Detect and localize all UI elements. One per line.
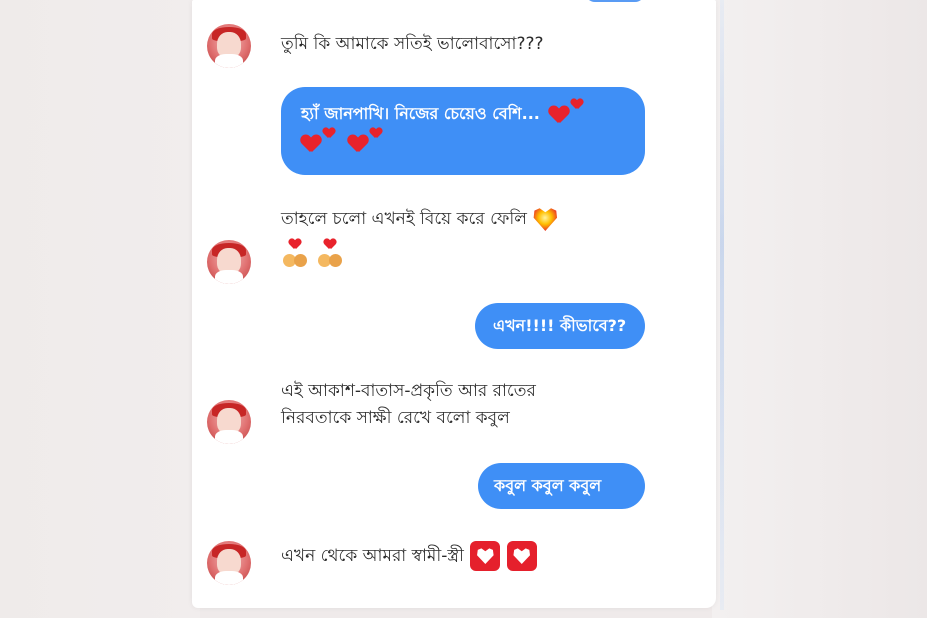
heart-with-ribbon-icon xyxy=(533,208,558,231)
sender-avatar[interactable] xyxy=(207,400,251,444)
red-heart-icon xyxy=(348,135,368,153)
incoming-message: এখন থেকে আমরা স্বামী-স্ত্রী xyxy=(281,541,537,571)
couple-face-right xyxy=(294,254,307,267)
message-text-line: এই আকাশ-বাতাস-প্রকৃতি আর রাতের xyxy=(281,381,536,401)
pink-heart-icon xyxy=(289,239,301,250)
sender-avatar[interactable] xyxy=(207,541,251,585)
message-text: তুমি কি আমাকে সতিই ভালোবাসো??? xyxy=(281,34,544,54)
avatar-body xyxy=(215,54,243,68)
incoming-message: তুমি কি আমাকে সতিই ভালোবাসো??? xyxy=(281,31,544,58)
incoming-message: তাহলে চলো এখনই বিয়ে করে ফেলি xyxy=(281,206,558,269)
message-text: কবুল কবুল কবুল xyxy=(494,476,602,495)
heart-shape xyxy=(513,548,531,564)
heart-shape xyxy=(477,548,494,564)
message-text: এখন থেকে আমরা স্বামী-স্ত্রী xyxy=(281,546,464,566)
outgoing-message[interactable]: হ্যাঁ জানপাখি। নিজের চেয়েও বেশি... xyxy=(281,87,645,175)
avatar-body xyxy=(215,430,243,444)
couple-face-right xyxy=(329,254,343,267)
outgoing-message[interactable]: কবুল কবুল কবুল xyxy=(478,463,645,509)
panel-edge xyxy=(720,0,724,610)
message-text: এখন!!!! কীভাবে?? xyxy=(493,316,627,335)
message-text: হ্যাঁ জানপাখি। নিজের চেয়েও বেশি... xyxy=(301,104,540,123)
pink-heart-icon xyxy=(324,239,336,250)
avatar-body xyxy=(215,571,243,585)
red-heart-icon xyxy=(370,128,382,139)
outgoing-message[interactable]: এখন!!!! কীভাবে?? xyxy=(475,303,645,349)
avatar-body xyxy=(215,270,243,284)
incoming-message: এই আকাশ-বাতাস-প্রকৃতি আর রাতের নিরবতাকে … xyxy=(281,378,536,432)
message-text-line: নিরবতাকে সাক্ষী রেখে বলো কবুল xyxy=(281,408,510,428)
previous-message-bubble xyxy=(585,0,645,2)
background-left xyxy=(0,0,200,618)
red-heart-icon xyxy=(571,99,583,110)
red-heart-icon xyxy=(301,135,321,153)
sender-avatar[interactable] xyxy=(207,24,251,68)
sender-avatar[interactable] xyxy=(207,240,251,284)
couple-with-heart-icon xyxy=(316,239,346,269)
heart-suit-box-icon xyxy=(506,541,537,571)
background-right xyxy=(712,0,927,618)
heart-suit-box-icon xyxy=(470,541,501,571)
couple-with-heart-icon xyxy=(281,239,311,269)
message-text: তাহলে চলো এখনই বিয়ে করে ফেলি xyxy=(281,209,527,229)
red-heart-icon xyxy=(323,128,335,139)
red-heart-icon xyxy=(549,106,569,124)
